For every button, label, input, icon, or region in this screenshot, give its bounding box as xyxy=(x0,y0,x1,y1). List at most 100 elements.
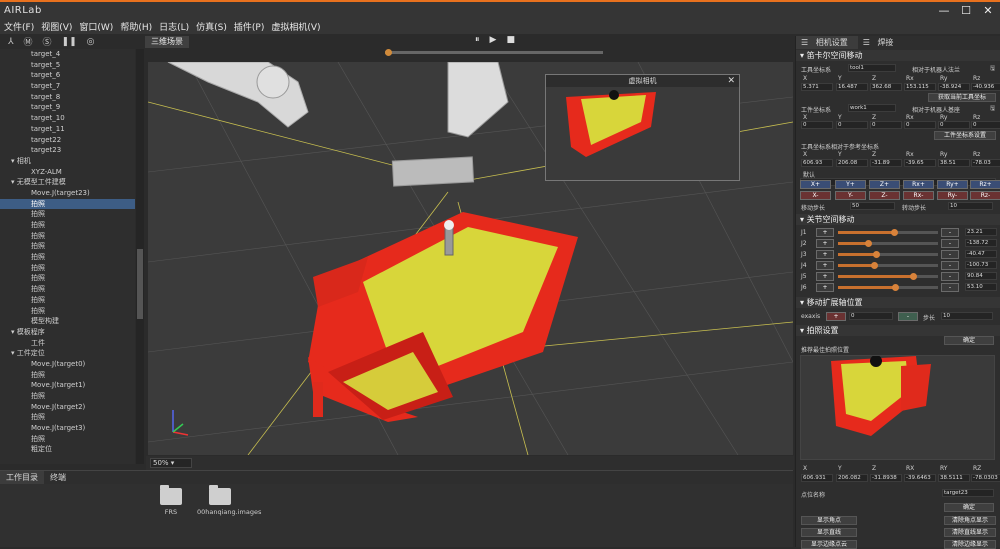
file-label[interactable]: FRS xyxy=(150,508,192,516)
work-coord-field[interactable]: 0 xyxy=(938,121,970,129)
move-step-field[interactable]: 50 xyxy=(850,202,895,210)
tree-item[interactable]: 拍照 xyxy=(0,241,135,252)
tree-item[interactable]: 拍照 xyxy=(0,198,135,210)
play-button[interactable]: ▶ xyxy=(490,35,497,45)
joint-minus-button[interactable]: - xyxy=(941,272,959,281)
photo-coord-field[interactable]: -39.6463 xyxy=(904,474,936,482)
tree-item[interactable]: 拍照 xyxy=(0,370,135,381)
menu-window[interactable]: 窗口(W) xyxy=(79,20,113,33)
reference-coord-field[interactable]: 606.93 xyxy=(801,159,833,167)
tree-item[interactable]: ▾ 相机 xyxy=(0,156,135,167)
maximize-button[interactable]: ☐ xyxy=(958,4,974,17)
jog-plus-button[interactable]: Ry+ xyxy=(937,180,968,189)
tree-item[interactable]: target_9 xyxy=(0,102,135,113)
photo-coord-field[interactable]: 38.5111 xyxy=(938,474,970,482)
show-edge-button[interactable]: 显示边缘点云 xyxy=(801,540,857,549)
section-cartesian[interactable]: ▾ 笛卡尔空间移动 xyxy=(796,50,1000,61)
tree-item[interactable]: 拍照 xyxy=(0,231,135,242)
show-lines-button[interactable]: 显示直线 xyxy=(801,528,857,537)
joint-minus-button[interactable]: - xyxy=(941,250,959,259)
tree-item[interactable]: target22 xyxy=(0,135,135,146)
save-icon[interactable]: 🖫 xyxy=(990,64,995,74)
tree-item[interactable]: 拍照 xyxy=(0,391,135,402)
minimize-button[interactable]: — xyxy=(936,4,952,17)
zoom-select[interactable]: 50% ▾ xyxy=(150,458,192,468)
menu-plugins[interactable]: 插件(P) xyxy=(234,20,264,33)
confirm-button[interactable]: 确定 xyxy=(944,336,994,345)
tree-item[interactable]: Move.J(target0) xyxy=(0,359,135,370)
joint-slider[interactable] xyxy=(838,262,938,269)
rotate-step-field[interactable]: 10 xyxy=(948,202,993,210)
tree-item[interactable]: target_6 xyxy=(0,70,135,81)
tree-item[interactable]: target_11 xyxy=(0,124,135,135)
save-icon[interactable]: 🖫 xyxy=(990,104,995,114)
axis-icon[interactable]: ⅄ xyxy=(8,37,14,47)
work-coord-field[interactable]: 0 xyxy=(836,121,868,129)
menu-help[interactable]: 帮助(H) xyxy=(120,20,152,33)
tree-item[interactable]: ▾ 工件定位 xyxy=(0,348,135,359)
clear-corners-button[interactable]: 清除角点显示 xyxy=(944,516,996,525)
tree-item[interactable]: 拍照 xyxy=(0,306,135,317)
tab-3d-scene[interactable]: 三维场景 xyxy=(145,36,189,48)
clear-lines-button[interactable]: 清除直线显示 xyxy=(944,528,996,537)
folder-icon[interactable] xyxy=(160,485,182,505)
tree-item[interactable]: Move.J(target3) xyxy=(0,423,135,434)
tree-item[interactable]: 工件 xyxy=(0,338,135,349)
menu-log[interactable]: 日志(L) xyxy=(159,20,189,33)
reference-coord-field[interactable]: -39.65 xyxy=(904,159,936,167)
jog-minus-button[interactable]: Rz- xyxy=(970,191,1000,200)
tool-coord-field[interactable]: 16.487 xyxy=(836,83,868,91)
tool-coord-field[interactable]: -40.936 xyxy=(971,83,1000,91)
joint-plus-button[interactable]: + xyxy=(816,261,834,270)
tool-frame-field[interactable]: tool1 xyxy=(848,64,896,72)
pause-icon[interactable]: ❚❚ xyxy=(62,37,77,47)
tree-item[interactable]: Move.J(target1) xyxy=(0,380,135,391)
menu-simulation[interactable]: 仿真(S) xyxy=(196,20,227,33)
jog-plus-button[interactable]: Y+ xyxy=(835,180,866,189)
work-coord-field[interactable]: 0 xyxy=(904,121,936,129)
work-frame-field[interactable]: work1 xyxy=(848,104,896,112)
jog-plus-button[interactable]: Z+ xyxy=(869,180,900,189)
tree-item[interactable]: 拍照 xyxy=(0,284,135,295)
joint-plus-button[interactable]: + xyxy=(816,239,834,248)
tree-item[interactable]: 拍照 xyxy=(0,295,135,306)
tree-item[interactable]: target_4 xyxy=(0,49,135,60)
tree-item[interactable]: target_8 xyxy=(0,92,135,103)
menu-file[interactable]: 文件(F) xyxy=(4,20,34,33)
joint-plus-button[interactable]: + xyxy=(816,250,834,259)
tab-welding[interactable]: ☰ 焊接 xyxy=(858,36,904,49)
playback-progress[interactable] xyxy=(385,49,603,56)
work-coord-field[interactable]: 0 xyxy=(801,121,833,129)
tree-item[interactable]: 拍照 xyxy=(0,209,135,220)
slider-knob[interactable] xyxy=(865,240,872,247)
joint-plus-button[interactable]: + xyxy=(816,272,834,281)
joint-slider[interactable] xyxy=(838,273,938,280)
tree-item[interactable]: Move.J(target23) xyxy=(0,188,135,199)
reference-coord-field[interactable]: 38.51 xyxy=(938,159,970,167)
joint-slider[interactable] xyxy=(838,229,938,236)
clear-edge-button[interactable]: 清除边缘显示 xyxy=(944,540,996,549)
jog-minus-button[interactable]: Z- xyxy=(869,191,900,200)
tree-item[interactable]: target_5 xyxy=(0,60,135,71)
tree-scrollbar[interactable] xyxy=(136,49,144,464)
work-coord-field[interactable]: 0 xyxy=(870,121,902,129)
jog-minus-button[interactable]: X- xyxy=(800,191,831,200)
progress-knob[interactable] xyxy=(385,49,392,56)
reference-coord-field[interactable]: 206.08 xyxy=(836,159,868,167)
jog-minus-button[interactable]: Y- xyxy=(835,191,866,200)
tree-item[interactable]: target23 xyxy=(0,145,135,156)
tree-item[interactable]: target_7 xyxy=(0,81,135,92)
photo-coord-field[interactable]: 206.082 xyxy=(836,474,868,482)
tool-coord-field[interactable]: 362.68 xyxy=(870,83,902,91)
point-name-field[interactable]: target23 xyxy=(942,489,994,497)
section-photo[interactable]: ▾ 拍照设置 xyxy=(796,325,1000,336)
section-joint[interactable]: ▾ 关节空间移动 xyxy=(796,214,1000,225)
slider-knob[interactable] xyxy=(892,284,899,291)
joint-value-field[interactable]: -100.73 xyxy=(965,261,997,269)
joint-value-field[interactable]: 23.21 xyxy=(965,228,997,236)
tree-item[interactable]: 模型构建 xyxy=(0,316,135,327)
tree-item[interactable]: 拍照 xyxy=(0,273,135,284)
tool-coord-field[interactable]: 5.371 xyxy=(801,83,833,91)
get-tool-coord-button[interactable]: 获取当前工具坐标 xyxy=(928,93,996,102)
tree-item[interactable]: 拍照 xyxy=(0,252,135,263)
